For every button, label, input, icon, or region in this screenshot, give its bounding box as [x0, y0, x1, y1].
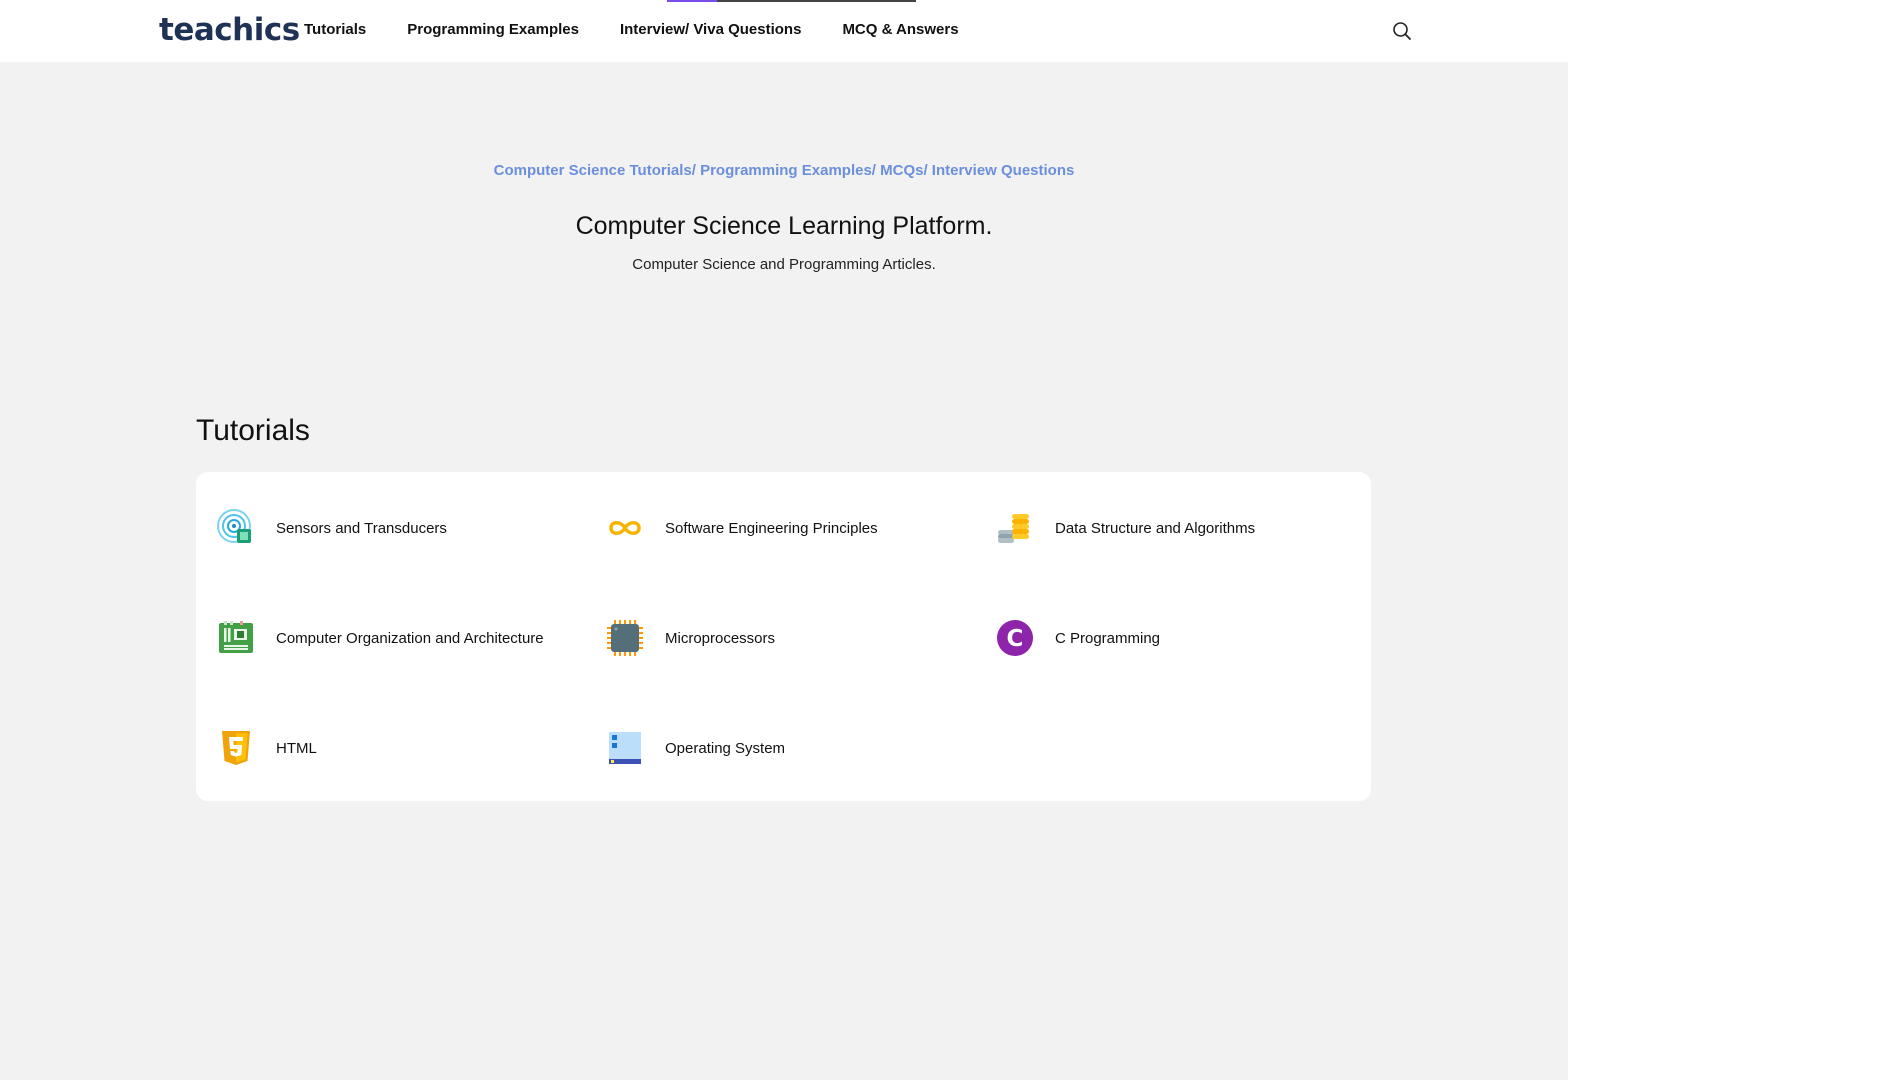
page-title: Computer Science Learning Platform.	[575, 212, 993, 240]
reading-progress-fill	[667, 0, 717, 2]
main-nav: Tutorials Programming Examples Interview…	[304, 21, 1000, 38]
site-logo[interactable]: teachics	[159, 12, 300, 48]
hero-tagline[interactable]: Computer Science Tutorials/ Programming …	[0, 162, 1568, 179]
page-subtitle: Computer Science and Programming Article…	[632, 256, 936, 273]
tutorial-html[interactable]: HTML	[216, 728, 317, 768]
page-background: teachics Tutorials Programming Examples …	[0, 0, 1568, 1080]
window-icon	[605, 728, 645, 768]
nav-interview-questions[interactable]: Interview/ Viva Questions	[620, 21, 801, 38]
tutorial-data-structures[interactable]: Data Structure and Algorithms	[995, 508, 1255, 548]
tutorials-heading: Tutorials	[196, 414, 310, 447]
coins-stack-icon	[995, 508, 1035, 548]
nav-programming-examples[interactable]: Programming Examples	[407, 21, 579, 38]
tutorial-operating-system[interactable]: Operating System	[605, 728, 785, 768]
tutorial-microprocessors[interactable]: Microprocessors	[605, 618, 775, 658]
search-icon[interactable]	[1391, 20, 1413, 42]
tutorial-c-programming[interactable]: C C Programming	[995, 618, 1160, 658]
motherboard-icon	[216, 618, 256, 658]
tutorial-label: Software Engineering Principles	[665, 519, 878, 537]
nav-tutorials[interactable]: Tutorials	[304, 21, 366, 38]
svg-text:C: C	[1007, 626, 1024, 652]
tutorial-computer-organization[interactable]: Computer Organization and Architecture	[216, 618, 544, 658]
reading-progress-bar	[667, 0, 916, 2]
tutorial-label: Microprocessors	[665, 629, 776, 647]
tutorial-label: Data Structure and Algorithms	[1055, 519, 1256, 537]
tutorial-label: Operating System	[665, 739, 786, 757]
page-margin	[1568, 0, 1900, 1080]
tutorial-label: HTML	[276, 739, 317, 757]
c-language-icon: C	[995, 618, 1035, 658]
tutorial-label: C Programming	[1055, 629, 1161, 647]
chip-icon	[605, 618, 645, 658]
nav-mcq-answers[interactable]: MCQ & Answers	[842, 21, 958, 38]
tutorial-software-engineering[interactable]: Software Engineering Principles	[605, 508, 878, 548]
tutorial-sensors-transducers[interactable]: Sensors and Transducers	[216, 508, 447, 548]
sensor-icon	[216, 508, 256, 548]
infinity-icon	[605, 508, 645, 548]
tutorial-label: Computer Organization and Architecture	[276, 629, 544, 647]
tutorial-label: Sensors and Transducers	[276, 519, 447, 537]
site-header: teachics Tutorials Programming Examples …	[0, 0, 1568, 62]
tutorials-card: Sensors and Transducers Software Enginee…	[196, 472, 1371, 801]
html5-icon	[216, 728, 256, 768]
